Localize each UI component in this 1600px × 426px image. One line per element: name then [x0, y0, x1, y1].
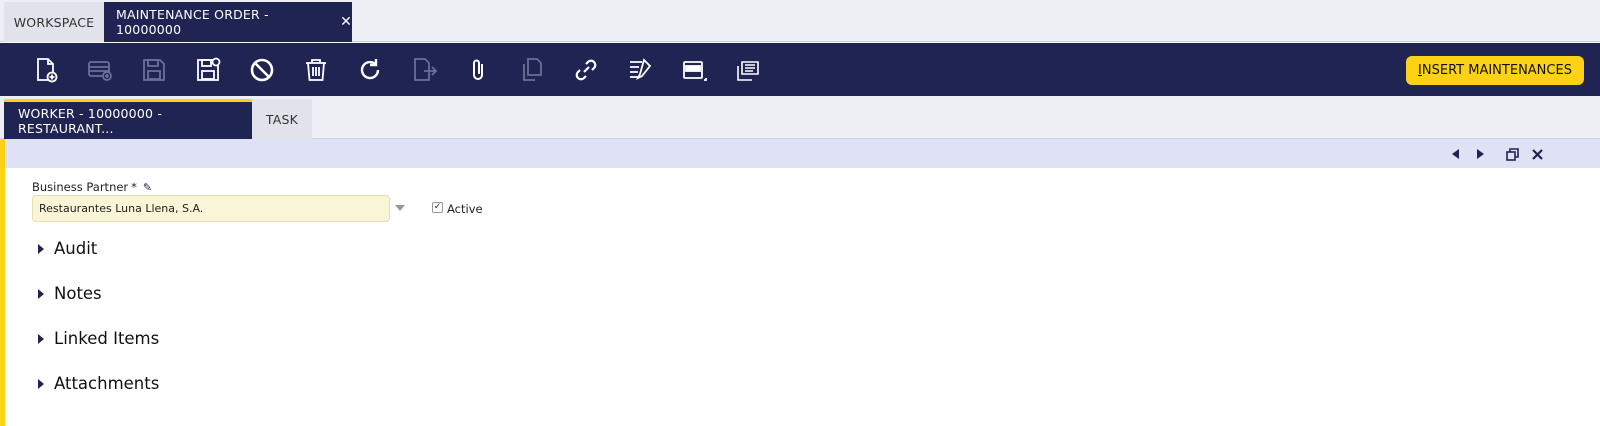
- expand-arrow-icon: [38, 333, 44, 344]
- business-partner-label-text: Business Partner: [32, 180, 129, 194]
- toolbar: I NSERT MAINTENANCES: [0, 43, 1600, 96]
- business-partner-field[interactable]: [32, 195, 390, 222]
- section-attachments[interactable]: Attachments: [38, 374, 159, 393]
- tab-worker-label: WORKER - 10000000 - RESTAURANT...: [18, 105, 163, 136]
- delete-icon[interactable]: [302, 56, 330, 84]
- expand-arrow-icon: [38, 288, 44, 299]
- section-notes-label: Notes: [54, 284, 102, 303]
- tab-maintenance-order-label: MAINTENANCE ORDER - 10000000: [116, 7, 269, 37]
- report-icon[interactable]: [734, 56, 762, 84]
- chevron-down-icon[interactable]: [395, 205, 405, 211]
- section-linked-items-label: Linked Items: [54, 329, 160, 348]
- active-label: Active: [447, 202, 483, 216]
- expand-arrow-icon: [38, 378, 44, 389]
- record-status-bar: [5, 139, 1600, 168]
- tab-task-label: TASK: [265, 111, 299, 127]
- link-icon[interactable]: [572, 56, 600, 84]
- tab-worker[interactable]: WORKER - 10000000 - RESTAURANT...: [4, 99, 252, 139]
- refresh-icon[interactable]: [356, 56, 384, 84]
- tab-workspace-label: WORKSPACE: [13, 14, 95, 30]
- tab-workspace[interactable]: WORKSPACE: [4, 2, 104, 42]
- section-linked-items[interactable]: Linked Items: [38, 329, 159, 348]
- required-marker: *: [131, 180, 137, 194]
- record-tab-bar: WORKER - 10000000 - RESTAURANT... TASK: [0, 96, 1600, 139]
- section-attachments-label: Attachments: [54, 374, 160, 393]
- active-record-indicator: [0, 139, 5, 426]
- maximize-icon[interactable]: [1504, 146, 1520, 162]
- cancel-icon[interactable]: [248, 56, 276, 84]
- form-view-icon[interactable]: [680, 56, 708, 84]
- section-audit[interactable]: Audit: [38, 239, 97, 258]
- tools-icon[interactable]: [626, 56, 654, 84]
- save-icon[interactable]: [140, 56, 168, 84]
- expand-arrow-icon: [38, 243, 44, 254]
- section-notes[interactable]: Notes: [38, 284, 102, 303]
- window-tab-bar: WORKSPACE MAINTENANCE ORDER - 10000000 ✕: [0, 0, 1600, 42]
- next-record-icon[interactable]: [1473, 146, 1489, 162]
- tab-maintenance-order[interactable]: MAINTENANCE ORDER - 10000000 ✕: [104, 2, 352, 42]
- clone-icon[interactable]: [518, 56, 546, 84]
- insert-maintenances-label: NSERT MAINTENANCES: [1421, 63, 1572, 78]
- business-partner-label: Business Partner * ✎: [32, 180, 152, 194]
- new-document-icon[interactable]: [32, 56, 60, 84]
- tab-task[interactable]: TASK: [252, 99, 312, 139]
- close-tab-icon[interactable]: ✕: [340, 14, 352, 30]
- save-close-icon[interactable]: [194, 56, 222, 84]
- close-form-icon[interactable]: [1529, 146, 1545, 162]
- edit-pencil-icon[interactable]: ✎: [143, 181, 152, 194]
- export-icon[interactable]: [410, 56, 438, 84]
- section-audit-label: Audit: [54, 239, 98, 258]
- attachment-icon[interactable]: [464, 56, 492, 84]
- new-row-icon[interactable]: [86, 56, 114, 84]
- active-checkbox[interactable]: ✓: [432, 202, 443, 213]
- insert-maintenances-button[interactable]: I NSERT MAINTENANCES: [1406, 56, 1584, 85]
- previous-record-icon[interactable]: [1447, 146, 1463, 162]
